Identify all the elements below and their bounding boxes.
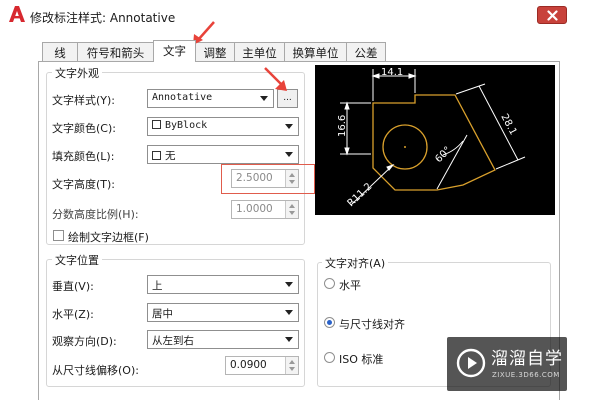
align-horizontal-radio[interactable]: [324, 278, 335, 289]
tab-lines[interactable]: 线: [42, 42, 78, 61]
play-logo-icon: [456, 348, 486, 378]
tab-alternate-units[interactable]: 换算单位: [284, 42, 347, 61]
window-title: 修改标注样式: Annotative: [30, 11, 176, 25]
view-direction-select[interactable]: 从左到右: [147, 330, 299, 349]
annotation-highlight-box: [221, 164, 315, 194]
draw-frame-label: 绘制文字边框(F): [68, 231, 149, 244]
align-iso-label: ISO 标准: [339, 353, 384, 366]
vertical-value: 上: [152, 280, 163, 292]
color-swatch: [152, 151, 161, 160]
preview-drawing: 14.1 16.6 28.1 60° R11.2: [337, 67, 526, 209]
chevron-down-icon: [285, 282, 293, 287]
offset-value: 0.0900: [230, 359, 267, 371]
fill-color-select[interactable]: 无: [147, 145, 299, 164]
view-direction-label: 观察方向(D):: [52, 335, 117, 348]
part-outline: [372, 94, 496, 191]
view-direction-value: 从左到右: [152, 335, 194, 347]
horizontal-value: 居中: [152, 308, 173, 320]
close-button[interactable]: [537, 6, 567, 24]
draw-frame-checkbox[interactable]: [53, 230, 64, 241]
text-appearance-title: 文字外观: [52, 65, 102, 81]
text-color-label: 文字颜色(C):: [52, 122, 116, 135]
text-style-select[interactable]: Annotative: [147, 89, 274, 108]
text-placement-title: 文字位置: [52, 252, 102, 268]
autocad-logo-icon: [9, 6, 25, 22]
watermark-badge: 溜溜自学 ZIXUE.3D66.COM: [447, 337, 567, 391]
offset-input[interactable]: 0.0900: [225, 356, 299, 375]
align-horizontal-label: 水平: [339, 279, 361, 292]
title-bar: 修改标注样式: Annotative: [0, 0, 600, 32]
horizontal-select[interactable]: 居中: [147, 303, 299, 322]
vertical-label: 垂直(V):: [52, 280, 94, 293]
tab-tolerances[interactable]: 公差: [346, 42, 386, 61]
color-swatch: [152, 120, 161, 129]
offset-label: 从尺寸线偏移(O):: [52, 364, 139, 377]
chevron-down-icon: [260, 96, 268, 101]
dim-left-text: 16.6: [337, 115, 348, 137]
dim-top-text: 14.1: [381, 67, 403, 78]
close-icon: [547, 10, 558, 21]
chevron-down-icon: [285, 310, 293, 315]
text-height-label: 文字高度(T):: [52, 178, 116, 191]
fill-color-label: 填充颜色(L):: [52, 150, 115, 163]
align-iso-radio[interactable]: [324, 352, 335, 363]
dimension-preview: 14.1 16.6 28.1 60° R11.2: [315, 65, 555, 215]
fraction-height-input[interactable]: 1.0000: [231, 200, 299, 219]
chevron-down-icon: [285, 337, 293, 342]
text-alignment-title: 文字对齐(A): [322, 255, 389, 271]
horizontal-label: 水平(Z):: [52, 308, 94, 321]
dim-right-text: 28.1: [498, 112, 518, 137]
fill-color-value: 无: [165, 150, 176, 162]
dim-radius-text: R11.2: [346, 181, 375, 209]
align-dimline-label: 与尺寸线对齐: [339, 318, 405, 331]
align-dimline-radio[interactable]: [324, 317, 335, 328]
tab-primary-units[interactable]: 主单位: [234, 42, 285, 61]
fraction-height-value: 1.0000: [236, 203, 273, 215]
tab-symbols-arrows[interactable]: 符号和箭头: [77, 42, 154, 61]
chevron-down-icon: [285, 124, 293, 129]
watermark-url: ZIXUE.3D66.COM: [492, 371, 560, 379]
text-style-label: 文字样式(Y):: [52, 94, 116, 107]
chevron-down-icon: [285, 152, 293, 157]
spinner-buttons[interactable]: [285, 201, 298, 218]
spinner-buttons[interactable]: [285, 357, 298, 374]
fraction-height-label: 分数高度比例(H):: [52, 208, 139, 221]
vertical-select[interactable]: 上: [147, 275, 299, 294]
watermark-title: 溜溜自学: [491, 349, 563, 369]
dim-angle-text: 60°: [433, 145, 453, 165]
text-color-value: ByBlock: [165, 120, 208, 131]
text-color-select[interactable]: ByBlock: [147, 117, 299, 136]
text-style-value: Annotative: [152, 92, 213, 103]
tab-text[interactable]: 文字: [153, 40, 196, 62]
annotation-arrow-icon: [264, 67, 287, 91]
